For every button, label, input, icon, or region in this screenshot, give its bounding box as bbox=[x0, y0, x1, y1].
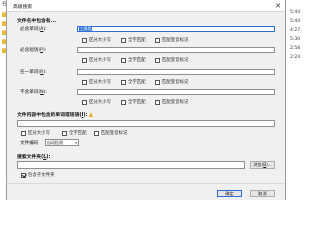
any-words-label: 任一单词(R): bbox=[20, 70, 47, 75]
browse-button[interactable]: 浏览(B)... bbox=[250, 161, 275, 169]
any-words-whole-word[interactable]: 全字匹配 bbox=[121, 79, 146, 85]
any-words-input[interactable] bbox=[77, 69, 275, 75]
checkbox[interactable] bbox=[21, 172, 26, 178]
close-icon[interactable]: ✕ bbox=[273, 1, 283, 11]
checkbox[interactable] bbox=[121, 99, 126, 105]
all-words-diacritics[interactable]: 匹配变音标记 bbox=[155, 37, 188, 43]
content-match-case[interactable]: 区分大小写 bbox=[21, 130, 50, 136]
phrase-input[interactable] bbox=[77, 47, 275, 53]
checkbox[interactable] bbox=[62, 130, 67, 136]
all-words-input[interactable]: 工具包 bbox=[77, 26, 275, 32]
all-words-whole-word[interactable]: 全字匹配 bbox=[121, 37, 146, 43]
checkbox[interactable] bbox=[155, 99, 160, 105]
none-words-label: 不含单词(N): bbox=[20, 90, 47, 95]
all-words-value: 工具包 bbox=[79, 26, 93, 31]
checkbox[interactable] bbox=[155, 57, 160, 63]
phrase-match-case[interactable]: 区分大小写 bbox=[82, 57, 111, 63]
filename-section-label: 文件名中包含有... bbox=[17, 19, 57, 24]
warning-icon bbox=[89, 112, 94, 117]
phrase-label: 必含短语(P): bbox=[20, 48, 47, 53]
advanced-search-dialog: 高级搜索 ✕ 文件名中包含有... 必含单词(A): 工具包 区分大小写 全字匹… bbox=[6, 0, 286, 200]
encoding-label: 文件编码 bbox=[20, 141, 39, 146]
checkbox[interactable] bbox=[155, 37, 160, 43]
checkbox[interactable] bbox=[82, 99, 87, 105]
dialog-titlebar[interactable]: 高级搜索 ✕ bbox=[7, 0, 285, 12]
encoding-select[interactable]: 自动检测 ▾ bbox=[45, 139, 79, 146]
content-whole-word[interactable]: 全字匹配 bbox=[62, 130, 87, 136]
folder-section-label: 搜索文件夹(L): bbox=[17, 155, 51, 160]
phrase-diacritics[interactable]: 匹配变音标记 bbox=[155, 57, 188, 63]
list-item-time: 2:24 bbox=[290, 55, 301, 60]
any-words-match-case[interactable]: 区分大小写 bbox=[82, 79, 111, 85]
list-item-time: 5:44 bbox=[290, 10, 301, 15]
none-words-input[interactable] bbox=[77, 89, 275, 95]
encoding-value: 自动检测 bbox=[47, 140, 63, 145]
ok-button[interactable]: 确定 bbox=[217, 190, 242, 197]
cancel-button[interactable]: 取消 bbox=[250, 190, 275, 197]
checkbox[interactable] bbox=[82, 37, 87, 43]
folder-input[interactable] bbox=[17, 161, 245, 169]
list-item-time: 2:58 bbox=[290, 46, 301, 51]
any-words-diacritics[interactable]: 匹配变音标记 bbox=[155, 79, 188, 85]
background-date-column: 5:44 5:44 4:27 5:30 2:58 2:24 bbox=[286, 0, 320, 200]
list-item-time: 4:27 bbox=[290, 28, 301, 33]
dialog-title: 高级搜索 bbox=[13, 5, 33, 10]
all-words-match-case[interactable]: 区分大小写 bbox=[82, 37, 111, 43]
list-item-time: 5:44 bbox=[290, 19, 301, 24]
phrase-whole-word[interactable]: 全字匹配 bbox=[121, 57, 146, 63]
none-words-whole-word[interactable]: 全字匹配 bbox=[121, 99, 146, 105]
content-input[interactable] bbox=[17, 120, 275, 127]
checkbox[interactable] bbox=[121, 57, 126, 63]
checkbox[interactable] bbox=[121, 37, 126, 43]
checkbox[interactable] bbox=[94, 130, 99, 136]
dialog-footer bbox=[7, 183, 285, 200]
checkbox[interactable] bbox=[82, 79, 87, 85]
content-section-label: 文件内容中包含的单词或短语(I): bbox=[17, 111, 94, 118]
include-subfolders-checkbox[interactable]: 包含子文件夹 bbox=[21, 172, 54, 178]
none-words-diacritics[interactable]: 匹配变音标记 bbox=[155, 99, 188, 105]
all-words-label: 必含单词(A): bbox=[20, 27, 47, 32]
list-item-time: 5:30 bbox=[290, 37, 301, 42]
chevron-down-icon: ▾ bbox=[75, 141, 77, 145]
checkbox[interactable] bbox=[121, 79, 126, 85]
checkbox[interactable] bbox=[82, 57, 87, 63]
none-words-match-case[interactable]: 区分大小写 bbox=[82, 99, 111, 105]
checkbox[interactable] bbox=[155, 79, 160, 85]
content-diacritics[interactable]: 匹配变音标记 bbox=[94, 130, 127, 136]
checkbox[interactable] bbox=[21, 130, 26, 136]
